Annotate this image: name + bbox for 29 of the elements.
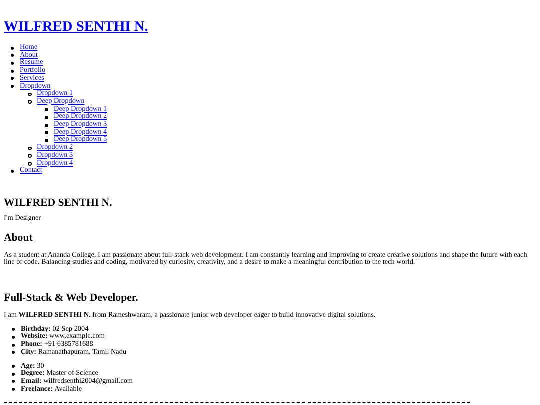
bullet-icon	[12, 328, 15, 332]
bullet-icon	[12, 344, 15, 347]
bullet-icon	[45, 131, 48, 134]
bullet-icon	[12, 351, 15, 354]
bullet-icon	[11, 54, 14, 58]
bullet-icon	[11, 170, 14, 173]
bullet-icon	[45, 108, 48, 112]
hero-name: WILFRED SENTHI N.	[4, 196, 114, 210]
bullet-icon	[11, 46, 14, 50]
bullet-icon	[12, 365, 15, 368]
bullet-icon	[12, 372, 15, 376]
bullet-icon	[28, 92, 32, 96]
bullet-icon	[28, 100, 32, 104]
bullet-icon	[12, 380, 15, 384]
bullet-icon	[12, 336, 15, 339]
bullet-icon	[45, 116, 48, 119]
bullet-icon	[11, 62, 14, 65]
profile-heading: Full-Stack & Web Developer.	[4, 292, 140, 306]
bullet-icon	[45, 138, 48, 142]
bullet-icon	[12, 388, 15, 392]
site-title-link[interactable]: WILFRED SENTHI N.	[4, 19, 148, 35]
bullet-icon	[28, 146, 32, 150]
bullet-icon	[28, 154, 32, 158]
bullet-icon	[11, 85, 14, 88]
about-heading: About	[4, 232, 34, 245]
bullet-icon	[11, 77, 14, 80]
bullet-icon	[45, 124, 48, 127]
bullet-icon	[11, 70, 14, 73]
bullet-icon	[28, 162, 32, 166]
